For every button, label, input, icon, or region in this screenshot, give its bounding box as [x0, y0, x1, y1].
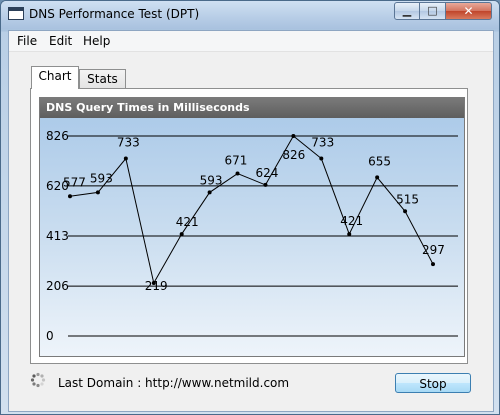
app-window: DNS Performance Test (DPT) ▁ □ ✕ File Ed… [0, 0, 500, 415]
data-point [347, 232, 352, 237]
chart-tab-panel: DNS Query Times in Milliseconds 826 620 41… [30, 88, 468, 364]
y-tick-label: 826 [46, 129, 69, 143]
data-point [207, 190, 212, 195]
data-point [123, 156, 128, 161]
menu-bar: File Edit Help [9, 31, 493, 52]
data-label: 593 [90, 171, 113, 185]
last-domain-status: Last Domain : http://www.netmild.com [58, 376, 290, 390]
y-tick-label: 0 [46, 329, 54, 343]
data-label: 826 [282, 148, 305, 162]
data-label: 421 [176, 215, 199, 229]
menu-edit[interactable]: Edit [49, 34, 72, 48]
data-label: 655 [368, 154, 391, 168]
data-point [375, 175, 380, 180]
stop-button[interactable]: Stop [395, 373, 471, 393]
data-point [263, 182, 268, 187]
data-point [319, 156, 324, 161]
menu-help[interactable]: Help [83, 34, 110, 48]
close-button[interactable]: ✕ [446, 2, 492, 20]
close-icon: ✕ [463, 4, 474, 18]
data-label: 671 [225, 154, 248, 168]
app-window-icon [8, 7, 24, 20]
tab-chart[interactable]: Chart [31, 66, 79, 89]
query-times-chart: 8266204132060577 593733219421593671624826… [46, 129, 458, 343]
data-point [291, 134, 296, 138]
menu-file[interactable]: File [17, 34, 37, 48]
data-label: 515 [396, 192, 419, 206]
title-bar[interactable]: DNS Performance Test (DPT) ▁ □ ✕ [1, 1, 499, 29]
data-point [431, 262, 435, 267]
minimize-icon: ▁ [402, 4, 412, 17]
tab-stats[interactable]: Stats [79, 69, 126, 89]
data-point [403, 209, 408, 214]
maximize-button[interactable]: □ [420, 2, 446, 20]
data-point [95, 190, 100, 195]
y-tick-label: 206 [46, 279, 69, 293]
data-label: 577 [63, 175, 86, 189]
data-label: 421 [340, 214, 363, 228]
data-label: 733 [117, 136, 140, 150]
data-label: 593 [200, 173, 223, 187]
minimize-button[interactable]: ▁ [394, 2, 420, 20]
data-label: 624 [255, 166, 278, 180]
data-label: 733 [311, 136, 334, 150]
y-tick-label: 413 [46, 229, 69, 243]
data-point [179, 232, 184, 237]
data-point [68, 194, 72, 199]
data-point [235, 171, 240, 176]
window-title: DNS Performance Test (DPT) [29, 7, 200, 21]
client-area: File Edit Help Chart Stats DNS Query Tim… [8, 30, 494, 412]
chart-area: DNS Query Times in Milliseconds 826 620 41… [39, 97, 465, 357]
maximize-icon: □ [427, 4, 438, 17]
data-label: 297 [422, 243, 445, 257]
data-label: 219 [145, 279, 168, 293]
spinner-icon [30, 372, 46, 388]
